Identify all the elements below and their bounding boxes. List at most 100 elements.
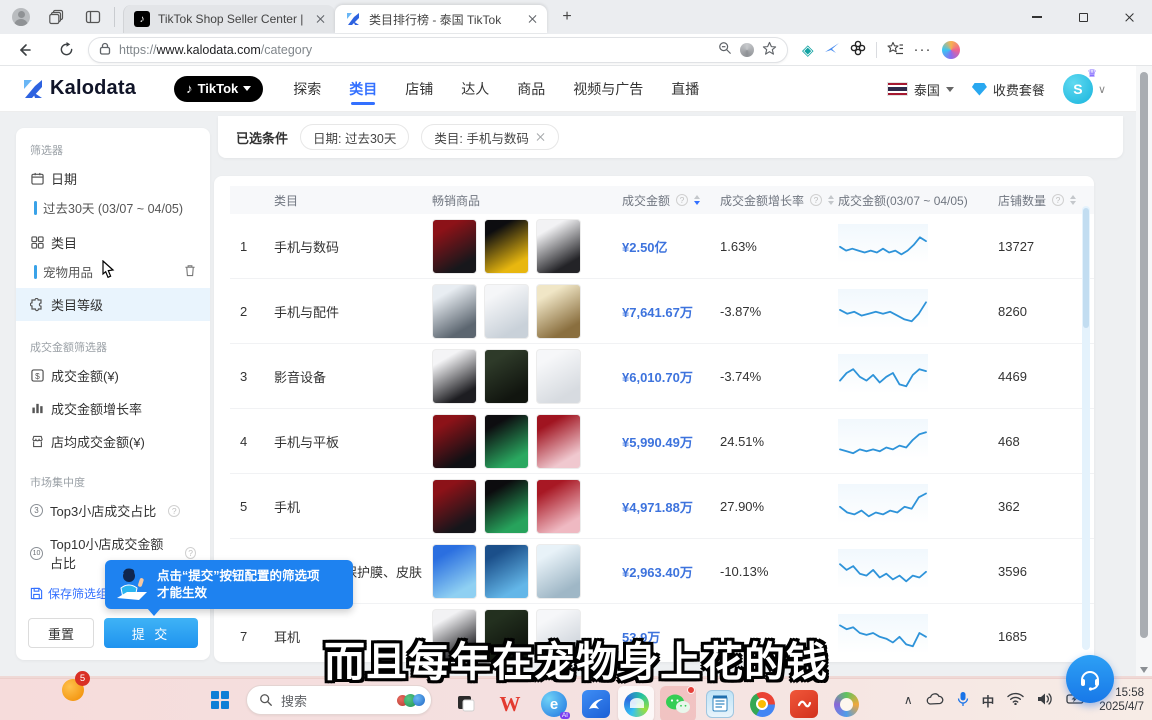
taskbar-search[interactable]: 搜索 bbox=[246, 685, 432, 715]
tab-tiktok-seller-center[interactable]: ♪ TikTok Shop Seller Center | Cross bbox=[123, 5, 335, 33]
remove-chip-icon[interactable] bbox=[536, 132, 546, 142]
product-thumbnail[interactable] bbox=[484, 219, 529, 274]
table-row[interactable]: 6 保护膜、皮肤 ¥2,963.40万 -10.13% 3596 bbox=[230, 539, 1094, 604]
row-category[interactable]: 手机与平板 bbox=[274, 432, 432, 451]
onedrive-cloud-icon[interactable] bbox=[926, 693, 944, 708]
close-button[interactable] bbox=[1106, 0, 1152, 34]
table-row[interactable]: 3 影音设备 ¥6,010.70万 -3.74% 4469 bbox=[230, 344, 1094, 409]
nav-shop[interactable]: 店铺 bbox=[405, 67, 433, 111]
wechat-icon[interactable] bbox=[660, 686, 696, 720]
product-thumbnail[interactable] bbox=[432, 219, 477, 274]
filter-date-value[interactable]: 过去30天 (03/07 ~ 04/05) bbox=[16, 195, 210, 220]
page-scrollbar[interactable] bbox=[1136, 66, 1152, 676]
wps-icon[interactable]: W bbox=[492, 686, 528, 720]
table-row[interactable]: 1 手机与数码 ¥2.50亿 1.63% 13727 bbox=[230, 214, 1094, 279]
notepad-icon[interactable] bbox=[702, 686, 738, 720]
tab-kalodata[interactable]: 类目排行榜 - 泰国 TikTok bbox=[335, 5, 547, 33]
product-thumbnail[interactable] bbox=[484, 544, 529, 599]
red-app-icon[interactable] bbox=[786, 686, 822, 720]
product-thumbnail[interactable] bbox=[432, 414, 477, 469]
browser-profile-icon[interactable] bbox=[6, 4, 36, 30]
product-thumbnail[interactable] bbox=[432, 284, 477, 339]
nav-live[interactable]: 直播 bbox=[671, 67, 699, 111]
scrollbar-down-arrow[interactable] bbox=[1140, 667, 1148, 673]
kalodata-logo[interactable]: Kalodata bbox=[22, 77, 136, 100]
product-thumbnail[interactable] bbox=[432, 349, 477, 404]
clover-extension-icon[interactable] bbox=[850, 40, 866, 59]
product-thumbnail[interactable] bbox=[432, 544, 477, 599]
customer-service-button[interactable] bbox=[1066, 655, 1114, 703]
region-selector[interactable]: 泰国 bbox=[887, 80, 954, 99]
table-scrollbar[interactable] bbox=[1082, 206, 1090, 650]
microphone-icon[interactable] bbox=[957, 691, 969, 710]
settings-menu-icon[interactable]: ··· bbox=[914, 41, 932, 58]
workspaces-icon[interactable] bbox=[42, 4, 72, 30]
table-row[interactable]: 4 手机与平板 ¥5,990.49万 24.51% 468 bbox=[230, 409, 1094, 474]
refresh-button[interactable] bbox=[52, 36, 80, 64]
product-thumbnail[interactable] bbox=[484, 349, 529, 404]
sort-icons[interactable] bbox=[1070, 195, 1076, 205]
minimize-button[interactable] bbox=[1014, 0, 1060, 34]
table-row[interactable]: 2 手机与配件 ¥7,641.67万 -3.87% 8260 bbox=[230, 279, 1094, 344]
trash-icon[interactable] bbox=[184, 264, 196, 280]
reset-button[interactable]: 重置 bbox=[28, 618, 94, 648]
pricing-link[interactable]: 收费套餐 bbox=[972, 80, 1045, 99]
tab-search-icon[interactable] bbox=[78, 4, 108, 30]
translate-icon[interactable] bbox=[740, 43, 754, 57]
chip-date[interactable]: 日期: 过去30天 bbox=[300, 124, 409, 150]
sort-icons[interactable] bbox=[828, 195, 834, 205]
nav-explore[interactable]: 探索 bbox=[293, 67, 321, 111]
product-thumbnail[interactable] bbox=[536, 414, 581, 469]
filter-category[interactable]: 类目 bbox=[16, 226, 210, 259]
bird-extension-icon[interactable] bbox=[824, 41, 840, 58]
table-row[interactable]: 5 手机 ¥4,971.88万 27.90% 362 bbox=[230, 474, 1094, 539]
col-bestsellers[interactable]: 畅销商品 bbox=[432, 192, 622, 209]
favorites-bar-icon[interactable] bbox=[887, 41, 904, 59]
row-category[interactable]: 影音设备 bbox=[274, 367, 432, 386]
tray-chevron-icon[interactable]: ∧ bbox=[904, 693, 913, 707]
tab-close-icon[interactable] bbox=[315, 14, 325, 24]
help-icon[interactable] bbox=[810, 194, 822, 206]
nav-video-ads[interactable]: 视频与广告 bbox=[573, 67, 643, 111]
col-gmv[interactable]: 成交金额 bbox=[622, 192, 720, 209]
product-thumbnail[interactable] bbox=[536, 219, 581, 274]
help-icon[interactable] bbox=[185, 547, 196, 559]
row-category[interactable]: 手机与配件 bbox=[274, 302, 432, 321]
help-icon[interactable] bbox=[676, 194, 688, 206]
zoom-out-icon[interactable] bbox=[718, 41, 732, 58]
product-thumbnail[interactable] bbox=[484, 414, 529, 469]
maximize-button[interactable] bbox=[1060, 0, 1106, 34]
wifi-icon[interactable] bbox=[1007, 692, 1024, 708]
help-icon[interactable] bbox=[1052, 194, 1064, 206]
col-gmv-growth[interactable]: 成交金额增长率 bbox=[720, 192, 838, 209]
colorful-app-icon[interactable] bbox=[828, 686, 864, 720]
filter-top3-share[interactable]: 3 Top3小店成交占比 bbox=[16, 494, 210, 527]
product-thumbnail[interactable] bbox=[536, 284, 581, 339]
favorite-star-icon[interactable] bbox=[762, 41, 777, 59]
quark-browser-icon[interactable]: e AI bbox=[536, 686, 572, 720]
task-view-button[interactable] bbox=[448, 686, 484, 720]
filter-gmv-growth[interactable]: 成交金额增长率 bbox=[16, 392, 210, 425]
start-button[interactable] bbox=[206, 686, 234, 714]
thunder-icon[interactable] bbox=[578, 686, 614, 720]
help-icon[interactable] bbox=[168, 505, 180, 517]
new-tab-button[interactable]: + bbox=[555, 5, 579, 29]
product-thumbnail[interactable] bbox=[536, 544, 581, 599]
product-thumbnail[interactable] bbox=[484, 284, 529, 339]
row-category[interactable]: 手机 bbox=[274, 497, 432, 516]
back-button[interactable] bbox=[10, 36, 38, 64]
col-category[interactable]: 类目 bbox=[274, 192, 432, 209]
floating-assistant-icon[interactable]: 5 bbox=[62, 673, 88, 699]
chip-category[interactable]: 类目: 手机与数码 bbox=[421, 124, 558, 150]
account-menu[interactable]: S♛ ∨ bbox=[1063, 74, 1106, 104]
address-bar[interactable]: https://www.kalodata.com/category bbox=[88, 37, 788, 63]
ime-indicator[interactable]: 中 bbox=[982, 691, 995, 710]
product-thumbnail[interactable] bbox=[536, 479, 581, 534]
product-thumbnail[interactable] bbox=[432, 479, 477, 534]
col-gmv-trend[interactable]: 成交金额(03/07 ~ 04/05) bbox=[838, 192, 998, 209]
nav-product[interactable]: 商品 bbox=[517, 67, 545, 111]
filter-date[interactable]: 日期 bbox=[16, 162, 210, 195]
product-thumbnail[interactable] bbox=[484, 479, 529, 534]
scrollbar-thumb[interactable] bbox=[1140, 72, 1148, 638]
nav-creator[interactable]: 达人 bbox=[461, 67, 489, 111]
